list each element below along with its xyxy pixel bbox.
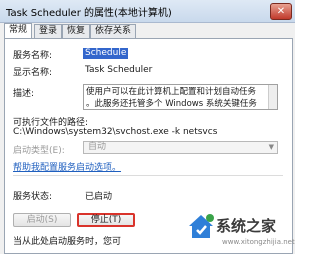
- watermark-text: 系统之家: [216, 217, 277, 235]
- properties-window: Task Scheduler 的属性(本地计算机) ✕ 常规 登录 恢复 依存关…: [0, 0, 295, 254]
- help-link[interactable]: 帮助我配置服务启动选项。: [13, 160, 121, 173]
- watermark-url: www.xitongzhijia.net: [222, 238, 295, 246]
- description-field[interactable]: 使用户可以在此计算机上配置和计划自动任务 。此服务还托管多个 Windows 系…: [83, 84, 278, 110]
- description-line-1: 使用户可以在此计算机上配置和计划自动任务: [86, 87, 257, 97]
- display-name-label: 显示名称:: [13, 68, 53, 78]
- path-value: C:\Windows\system32\svchost.exe -k netsv…: [13, 127, 218, 137]
- startup-type-label: 启动类型(E):: [13, 146, 65, 156]
- close-button[interactable]: ✕: [270, 3, 292, 20]
- description-label: 描述:: [13, 89, 35, 99]
- description-line-2: 。此服务还托管多个 Windows 系统关键任务: [86, 99, 257, 109]
- window-title: Task Scheduler 的属性(本地计算机): [6, 8, 172, 19]
- tab-recovery[interactable]: 恢复: [62, 24, 91, 38]
- display-name-value[interactable]: Task Scheduler: [85, 65, 152, 75]
- logo-icon: [189, 214, 214, 238]
- tab-logon[interactable]: 登录: [34, 24, 63, 38]
- startup-type-value: 自动: [88, 142, 107, 152]
- startup-type-select[interactable]: 自动 ▼: [83, 141, 278, 154]
- chevron-down-icon: ▼: [268, 143, 274, 151]
- tab-general[interactable]: 常规: [4, 23, 33, 39]
- tab-dependencies[interactable]: 依存关系: [90, 24, 137, 38]
- service-status-value: 已启动: [85, 192, 113, 202]
- service-name-label: 服务名称:: [13, 51, 53, 61]
- stop-button[interactable]: 停止(T): [77, 213, 135, 227]
- service-status-label: 服务状态:: [13, 192, 53, 202]
- title-bar[interactable]: Task Scheduler 的属性(本地计算机) ✕: [0, 0, 295, 23]
- bottom-hint-text: 当从此处启动服务时，您可: [13, 237, 122, 247]
- divider: [13, 175, 283, 176]
- start-button[interactable]: 启动(S): [13, 213, 71, 227]
- watermark: 系统之家 www.xitongzhijia.net: [186, 210, 295, 254]
- description-scrollbar[interactable]: [268, 85, 277, 109]
- service-name-value[interactable]: Schedule: [83, 48, 129, 59]
